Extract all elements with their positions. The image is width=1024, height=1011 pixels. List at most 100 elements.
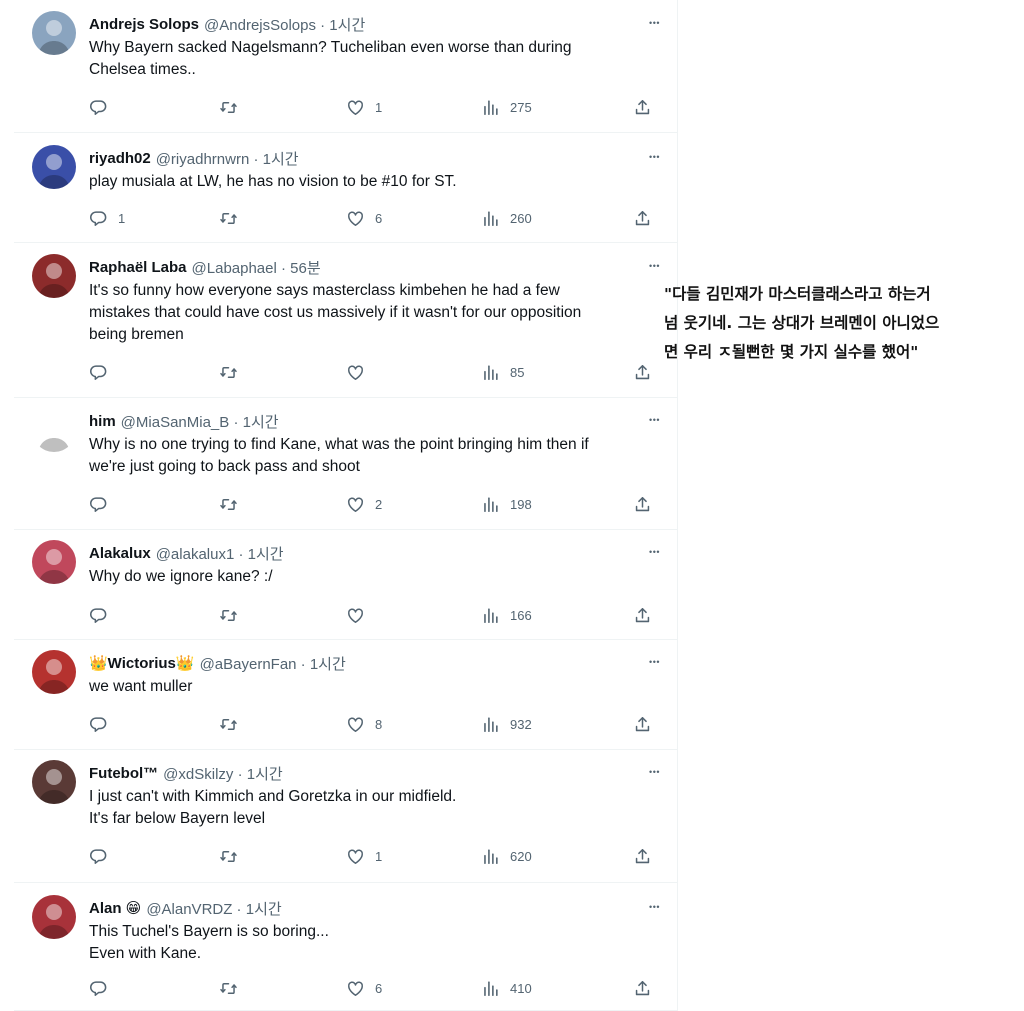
- author-handle[interactable]: @Labaphael · 56분: [192, 257, 321, 278]
- author-handle[interactable]: @alakalux1 · 1시간: [156, 543, 284, 564]
- like-button[interactable]: 2: [346, 494, 382, 514]
- tweet-header: 👑Wictorius👑 @aBayernFan · 1시간: [89, 652, 658, 674]
- reply-button[interactable]: [89, 846, 118, 866]
- avatar[interactable]: [32, 408, 76, 452]
- author-handle[interactable]: @aBayernFan · 1시간: [200, 653, 346, 674]
- reply-button[interactable]: [89, 714, 118, 734]
- reply-button[interactable]: [89, 97, 118, 117]
- tweet-text-line: It's so funny how everyone says mastercl…: [89, 282, 560, 299]
- share-button[interactable]: [633, 362, 652, 382]
- author-handle[interactable]: @MiaSanMia_B · 1시간: [121, 411, 279, 432]
- author-handle[interactable]: @xdSkilzy · 1시간: [163, 763, 283, 784]
- heart-icon: [346, 209, 365, 228]
- views-button[interactable]: 410: [481, 978, 532, 998]
- author-name[interactable]: riyadh02: [89, 150, 151, 167]
- author-handle[interactable]: @AlanVRDZ · 1시간: [146, 898, 281, 919]
- like-button[interactable]: [346, 362, 375, 382]
- retweet-button[interactable]: [219, 494, 248, 514]
- tweet-actions: 8 932: [89, 714, 664, 734]
- more-icon[interactable]: •••: [649, 12, 660, 34]
- author-name[interactable]: Alakalux: [89, 545, 151, 562]
- like-button[interactable]: 1: [346, 97, 382, 117]
- retweet-icon: [219, 209, 238, 228]
- author-handle[interactable]: @AndrejsSolops · 1시간: [204, 14, 365, 35]
- share-button[interactable]: [633, 494, 652, 514]
- share-button[interactable]: [633, 208, 652, 228]
- like-button[interactable]: 1: [346, 846, 382, 866]
- share-button[interactable]: [633, 714, 652, 734]
- more-icon[interactable]: •••: [649, 146, 660, 168]
- more-icon[interactable]: •••: [649, 896, 660, 918]
- views-button[interactable]: 166: [481, 605, 532, 625]
- like-button[interactable]: [346, 605, 375, 625]
- tweet-actions: 1 620: [89, 846, 664, 866]
- reply-button[interactable]: 1: [89, 208, 125, 228]
- like-count: 1: [375, 99, 383, 115]
- tweet-text-line: play musiala at LW, he has no vision to …: [89, 173, 457, 190]
- views-button[interactable]: 932: [481, 714, 532, 734]
- reply-button[interactable]: [89, 494, 118, 514]
- share-button[interactable]: [633, 605, 652, 625]
- author-name[interactable]: Andrejs Solops: [89, 16, 199, 33]
- tweet-text-line: Why is no one trying to find Kane, what …: [89, 436, 589, 453]
- avatar[interactable]: [32, 254, 76, 298]
- share-button[interactable]: [633, 978, 652, 998]
- views-count: 410: [510, 980, 532, 996]
- author-name[interactable]: Raphaël Laba: [89, 259, 187, 276]
- tweet-text-line: Chelsea times..: [89, 61, 196, 78]
- views-button[interactable]: 198: [481, 494, 532, 514]
- views-count: 275: [510, 99, 532, 115]
- share-button[interactable]: [633, 846, 652, 866]
- tweet-header: Alakalux @alakalux1 · 1시간: [89, 542, 658, 564]
- tweet-header: Alan 😁 @AlanVRDZ · 1시간: [89, 897, 658, 919]
- more-icon[interactable]: •••: [649, 651, 660, 673]
- more-icon[interactable]: •••: [649, 255, 660, 277]
- retweet-icon: [219, 847, 238, 866]
- retweet-button[interactable]: [219, 846, 248, 866]
- avatar[interactable]: [32, 760, 76, 804]
- share-button[interactable]: [633, 97, 652, 117]
- more-icon[interactable]: •••: [649, 541, 660, 563]
- tweet-header: Raphaël Laba @Labaphael · 56분: [89, 256, 658, 278]
- reply-button[interactable]: [89, 605, 118, 625]
- reply-icon: [89, 847, 108, 866]
- tweet: Raphaël Laba @Labaphael · 56분 ••• It's so f…: [14, 243, 678, 398]
- avatar[interactable]: [32, 11, 76, 55]
- retweet-icon: [219, 98, 238, 117]
- author-name[interactable]: him: [89, 413, 116, 430]
- author-name[interactable]: Alan 😁: [89, 899, 141, 917]
- retweet-button[interactable]: [219, 97, 248, 117]
- author-handle[interactable]: @riyadhrnwrn · 1시간: [156, 148, 299, 169]
- tweet-text-line: It's far below Bayern level: [89, 810, 266, 827]
- author-name[interactable]: Futebol™: [89, 765, 158, 782]
- tweet-actions: 1 6 260: [89, 208, 664, 228]
- more-icon[interactable]: •••: [649, 409, 660, 431]
- avatar[interactable]: [32, 145, 76, 189]
- retweet-button[interactable]: [219, 714, 248, 734]
- annotation-line: 넘 웃기네. 그는 상대가 브레멘이 아니었으: [664, 314, 940, 332]
- avatar[interactable]: [32, 650, 76, 694]
- retweet-button[interactable]: [219, 362, 248, 382]
- like-button[interactable]: 8: [346, 714, 382, 734]
- avatar[interactable]: [32, 895, 76, 939]
- retweet-button[interactable]: [219, 978, 248, 998]
- tweet: Futebol™ @xdSkilzy · 1시간 ••• I just can't w…: [14, 750, 678, 883]
- share-icon: [633, 363, 652, 382]
- reply-button[interactable]: [89, 978, 118, 998]
- author-name[interactable]: 👑Wictorius👑: [89, 654, 195, 672]
- more-icon[interactable]: •••: [649, 761, 660, 783]
- views-button[interactable]: 85: [481, 362, 524, 382]
- reply-icon: [89, 363, 108, 382]
- reply-button[interactable]: [89, 362, 118, 382]
- share-icon: [633, 495, 652, 514]
- views-button[interactable]: 275: [481, 97, 532, 117]
- retweet-button[interactable]: [219, 605, 248, 625]
- avatar[interactable]: [32, 540, 76, 584]
- like-button[interactable]: 6: [346, 978, 382, 998]
- retweet-icon: [219, 495, 238, 514]
- views-button[interactable]: 260: [481, 208, 532, 228]
- views-button[interactable]: 620: [481, 846, 532, 866]
- retweet-button[interactable]: [219, 208, 248, 228]
- like-button[interactable]: 6: [346, 208, 382, 228]
- views-icon: [481, 715, 500, 734]
